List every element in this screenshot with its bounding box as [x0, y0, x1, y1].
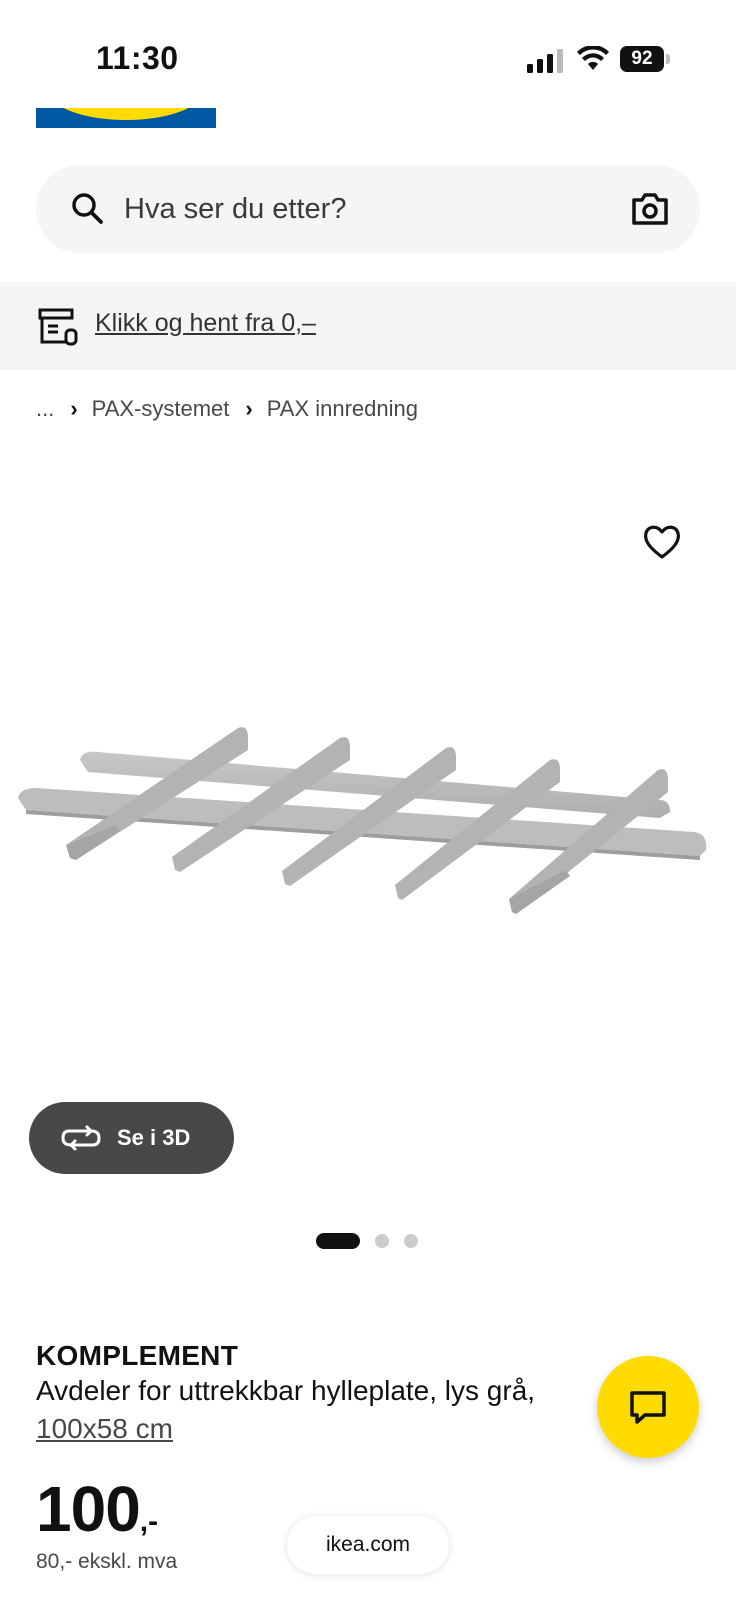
- price-suffix: ,-: [139, 1505, 159, 1538]
- battery-level: 92: [620, 46, 664, 72]
- ikea-logo[interactable]: [36, 108, 216, 128]
- status-bar: 11:30 92: [0, 0, 736, 110]
- view-3d-button[interactable]: Se i 3D: [29, 1102, 234, 1174]
- chevron-right-icon: ›: [70, 396, 78, 421]
- carousel-dot[interactable]: [375, 1234, 389, 1248]
- chat-button[interactable]: [597, 1356, 699, 1458]
- click-collect-link[interactable]: Klikk og hent fra 0,–: [95, 309, 316, 338]
- status-time: 11:30: [96, 40, 179, 76]
- product-description: Avdeler for uttrekkbar hylleplate, lys g…: [36, 1375, 536, 1406]
- breadcrumb-item-pax-innredning[interactable]: PAX innredning: [267, 396, 418, 422]
- view-3d-label: Se i 3D: [117, 1125, 191, 1150]
- price-integer: 100: [36, 1473, 141, 1545]
- click-collect-banner: Klikk og hent fra 0,–: [0, 282, 736, 370]
- carousel-dot-active[interactable]: [316, 1233, 360, 1249]
- battery-icon: 92: [620, 46, 672, 72]
- chat-icon: [630, 1391, 666, 1424]
- product-price: 100,-: [36, 1472, 158, 1546]
- chevron-right-icon: ›: [245, 396, 253, 421]
- breadcrumb: ... › PAX-systemet › PAX innredning: [36, 394, 418, 424]
- carousel-dot[interactable]: [404, 1234, 418, 1248]
- rotate-3d-icon: [61, 1125, 101, 1151]
- price-ex-vat: 80,- ekskl. mva: [36, 1550, 178, 1573]
- camera-icon[interactable]: [630, 191, 670, 227]
- store-icon: [38, 308, 78, 346]
- search-bar[interactable]: [36, 165, 700, 253]
- heart-icon[interactable]: [642, 522, 682, 562]
- breadcrumb-ellipsis[interactable]: ...: [36, 396, 54, 422]
- product-image[interactable]: [10, 720, 726, 940]
- product-size-link[interactable]: 100x58 cm: [36, 1413, 173, 1445]
- search-icon: [72, 193, 103, 224]
- breadcrumb-item-pax-systemet[interactable]: PAX-systemet: [92, 396, 230, 422]
- search-input[interactable]: [124, 183, 624, 235]
- cellular-signal-icon: [527, 49, 563, 73]
- browser-url-bar[interactable]: ikea.com: [287, 1516, 449, 1574]
- wifi-icon: [577, 46, 609, 70]
- product-name: KOMPLEMENT: [36, 1340, 239, 1371]
